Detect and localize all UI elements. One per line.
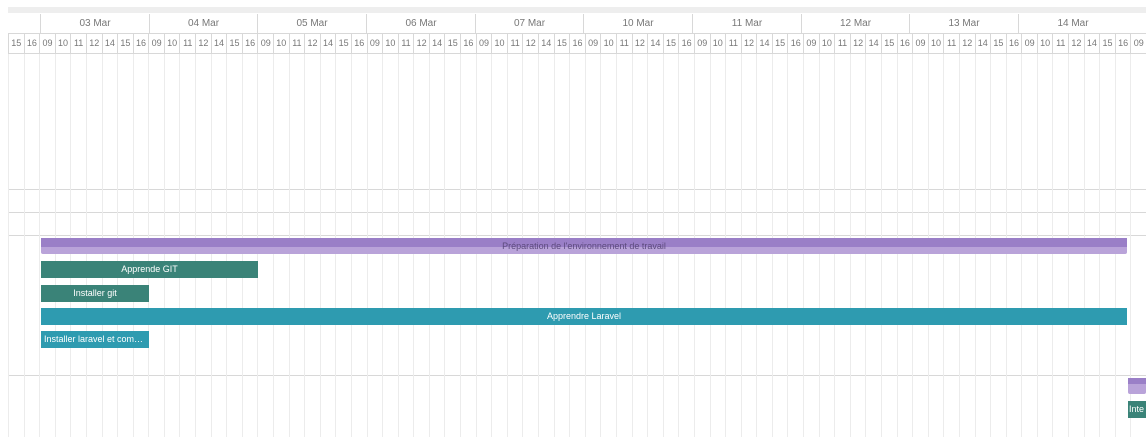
hour-header: 16 <box>1005 34 1022 53</box>
hour-header: 10 <box>709 34 726 53</box>
task-bar-apprende-git[interactable]: Apprende GIT <box>41 261 258 278</box>
task-bar-next[interactable]: Inte <box>1128 401 1146 418</box>
hour-header: 12 <box>740 34 757 53</box>
hour-header: 11 <box>397 34 414 53</box>
hour-header: 11 <box>725 34 741 53</box>
hour-header: 12 <box>849 34 866 53</box>
hour-header: 12 <box>958 34 975 53</box>
hour-header: 11 <box>179 34 195 53</box>
hour-header: 11 <box>506 34 523 53</box>
hour-header: 16 <box>787 34 803 53</box>
hour-header: 15 <box>553 34 570 53</box>
hour-header: 10 <box>818 34 835 53</box>
hour-header: 16 <box>1114 34 1131 53</box>
hour-header: 12 <box>522 34 538 53</box>
hour-header: 14 <box>428 34 445 53</box>
hour-header: 15 <box>880 34 897 53</box>
hour-header: 14 <box>210 34 227 53</box>
hour-header: 16 <box>896 34 913 53</box>
hour-header: 15 <box>990 34 1006 53</box>
grid-column-line <box>8 54 9 437</box>
hour-header: 14 <box>974 34 991 53</box>
day-header: 13 Mar <box>909 14 1018 33</box>
parent-task-bar[interactable]: Préparation de l'environnement de travai… <box>41 238 1127 254</box>
hour-header: 10 <box>273 34 289 53</box>
hour-header: 11 <box>1052 34 1068 53</box>
parent-cap <box>1128 378 1146 384</box>
hour-header: 10 <box>163 34 180 53</box>
hour-header: 16 <box>241 34 258 53</box>
hour-header: 11 <box>943 34 959 53</box>
hour-header: 09 <box>1130 34 1146 53</box>
hour-header: 10 <box>927 34 944 53</box>
hour-header: 11 <box>70 34 86 53</box>
timeline-top-bar <box>8 7 1146 13</box>
hour-header: 14 <box>538 34 554 53</box>
hour-header: 16 <box>132 34 149 53</box>
hour-header: 16 <box>569 34 585 53</box>
hour-header: 12 <box>1068 34 1084 53</box>
hour-header: 15 <box>8 34 24 53</box>
parent-task-label: Préparation de l'environnement de travai… <box>502 241 666 251</box>
hour-header: 11 <box>834 34 850 53</box>
hour-row: 15 16 09 10 11 12 14 15 16 09 10 11 12 14 15 16 09 10 11 12… <box>8 34 1146 54</box>
hour-header: 09 <box>803 34 819 53</box>
hour-header: 10 <box>600 34 616 53</box>
timeline-header: 03 Mar 04 Mar 05 Mar 06 Mar 07 Mar 10 Ma… <box>8 14 1146 54</box>
hour-header: 10 <box>54 34 71 53</box>
hour-header: 14 <box>1083 34 1100 53</box>
hour-header: 11 <box>615 34 632 53</box>
hour-header: 14 <box>647 34 663 53</box>
hour-header: 09 <box>39 34 55 53</box>
hour-header: 09 <box>912 34 928 53</box>
hour-header: 09 <box>1021 34 1037 53</box>
hour-header: 14 <box>756 34 772 53</box>
hour-header: 10 <box>491 34 507 53</box>
hour-header: 16 <box>460 34 476 53</box>
hour-header: 15 <box>1099 34 1115 53</box>
hour-header: 15 <box>662 34 679 53</box>
hour-header: 09 <box>366 34 383 53</box>
task-bar-apprendre-laravel[interactable]: Apprendre Laravel <box>41 308 1127 325</box>
day-header: 07 Mar <box>475 14 583 33</box>
hour-header: 16 <box>678 34 694 53</box>
hour-header: 14 <box>101 34 118 53</box>
day-header: 10 Mar <box>583 14 692 33</box>
hour-header: 09 <box>475 34 492 53</box>
hour-header: 15 <box>117 34 133 53</box>
day-header: 12 Mar <box>801 14 909 33</box>
day-header: 05 Mar <box>257 14 366 33</box>
hour-header: 12 <box>304 34 320 53</box>
hour-header: 15 <box>444 34 460 53</box>
hour-header: 09 <box>257 34 273 53</box>
hour-header: 16 <box>350 34 367 53</box>
grid-column-line <box>23 54 25 437</box>
hour-header: 11 <box>288 34 305 53</box>
hour-header: 12 <box>195 34 211 53</box>
hour-header: 12 <box>413 34 429 53</box>
day-header: 06 Mar <box>366 14 475 33</box>
day-header: 11 Mar <box>692 14 801 33</box>
hour-header: 10 <box>1036 34 1053 53</box>
day-row: 03 Mar 04 Mar 05 Mar 06 Mar 07 Mar 10 Ma… <box>8 14 1146 34</box>
hour-header: 10 <box>382 34 398 53</box>
hour-header: 16 <box>23 34 40 53</box>
day-header: 14 Mar <box>1018 14 1127 33</box>
hour-header: 09 <box>693 34 710 53</box>
hour-header: 12 <box>85 34 102 53</box>
hour-header: 14 <box>319 34 336 53</box>
day-header: 04 Mar <box>149 14 257 33</box>
task-bar-installer-laravel[interactable]: Installer laravel et com… <box>41 331 149 348</box>
day-header: 03 Mar <box>40 14 149 33</box>
hour-header: 14 <box>865 34 881 53</box>
hour-header: 15 <box>226 34 242 53</box>
hour-header: 09 <box>148 34 164 53</box>
hour-header: 15 <box>771 34 788 53</box>
hour-header: 15 <box>335 34 351 53</box>
hour-header: 09 <box>584 34 601 53</box>
hour-header: 12 <box>631 34 648 53</box>
task-bar-installer-git[interactable]: Installer git <box>41 285 149 302</box>
parent-task-bar-next[interactable] <box>1128 378 1146 394</box>
